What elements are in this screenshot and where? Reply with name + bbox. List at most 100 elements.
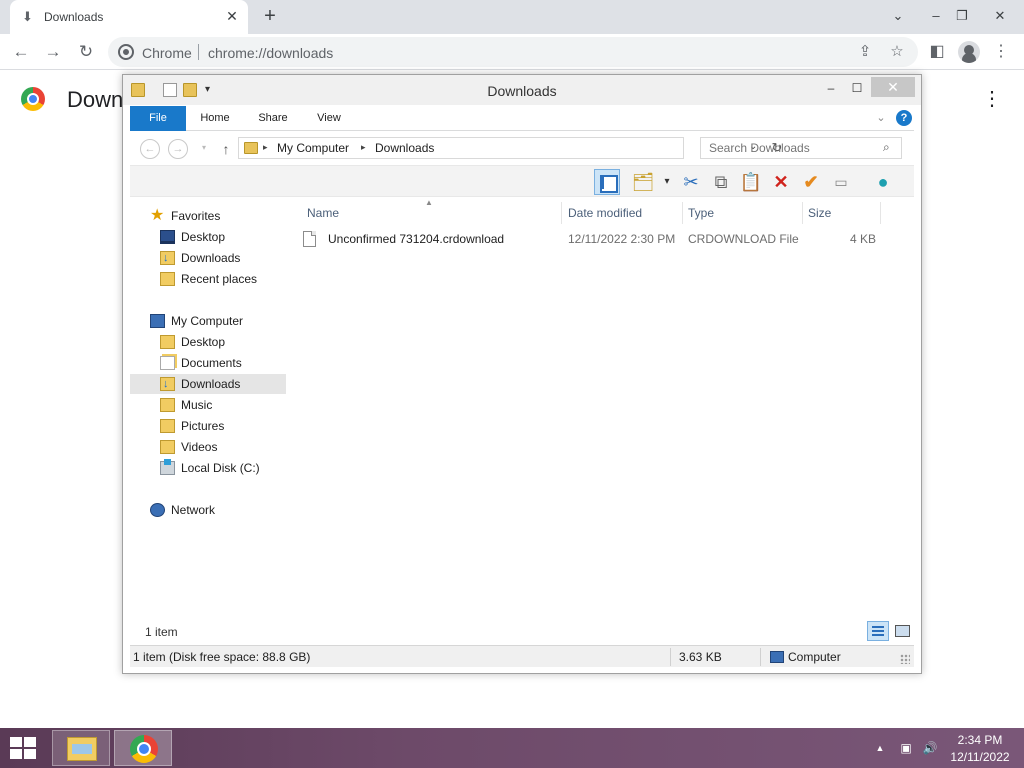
layout-pane-button[interactable] <box>594 169 620 195</box>
up-button[interactable]: ↑ <box>218 139 234 159</box>
nav-music[interactable]: Music <box>130 395 286 415</box>
windows-start-icon[interactable] <box>10 737 38 759</box>
profile-avatar[interactable] <box>958 41 980 63</box>
breadcrumb-my-computer[interactable]: My Computer <box>277 141 349 155</box>
expand-ribbon-icon[interactable]: ⌄ <box>874 110 888 126</box>
bookmark-star-icon[interactable]: ☆ <box>888 43 906 61</box>
search-input[interactable] <box>701 138 881 158</box>
volume-icon[interactable]: 🔊 <box>922 740 938 756</box>
file-explorer-icon <box>67 737 97 761</box>
star-icon: ★ <box>150 207 165 224</box>
nav-network[interactable]: Network <box>130 500 286 520</box>
downloads-folder-icon <box>160 374 175 394</box>
select-all-folder-icon[interactable]: 🗂 <box>630 169 656 195</box>
recent-locations-icon[interactable]: ▾ <box>194 139 214 159</box>
checkmark-icon[interactable]: ✔ <box>798 169 824 195</box>
tab-file[interactable]: File <box>130 106 186 131</box>
restore-button[interactable]: ❐ <box>950 4 974 28</box>
cut-icon[interactable]: ✂ <box>678 169 704 195</box>
help-icon[interactable]: ? <box>896 110 912 126</box>
column-divider[interactable] <box>880 202 881 224</box>
new-tab-button[interactable]: + <box>260 6 280 26</box>
local-disk-icon <box>160 459 175 475</box>
reload-button[interactable]: ↻ <box>75 41 97 63</box>
forward-button[interactable]: → <box>42 41 64 63</box>
column-header-date[interactable]: Date modified <box>568 202 678 224</box>
column-header-size[interactable]: Size <box>808 202 878 224</box>
nav-favorites-desktop[interactable]: Desktop <box>130 227 286 247</box>
column-divider[interactable] <box>561 202 562 224</box>
close-window-button[interactable]: ✕ <box>988 4 1012 28</box>
nav-favorites[interactable]: ★ Favorites <box>130 206 286 226</box>
table-row[interactable]: Unconfirmed 731204.crdownload 12/11/2022… <box>295 228 895 250</box>
nav-recent-places[interactable]: Recent places <box>130 269 286 289</box>
nav-local-disk[interactable]: Local Disk (C:) <box>130 458 286 478</box>
omnibox-chip: Chrome <box>142 45 192 61</box>
item-count: 1 item <box>145 625 178 639</box>
nav-my-computer[interactable]: My Computer <box>130 311 286 331</box>
back-button[interactable]: ← <box>10 41 32 63</box>
tab-share[interactable]: Share <box>248 106 298 131</box>
column-header-type[interactable]: Type <box>688 202 798 224</box>
explorer-back-button[interactable]: ← <box>140 139 160 159</box>
status-summary: 1 item (Disk free space: 88.8 GB) <box>133 650 311 664</box>
explorer-maximize-button[interactable]: ☐ <box>849 77 865 99</box>
address-bar[interactable]: ▸ My Computer ▸ Downloads ⌄ ↻ <box>238 137 782 159</box>
clock-date[interactable]: 12/11/2022 <box>948 750 1012 764</box>
url-text[interactable]: chrome://downloads <box>208 45 333 61</box>
nav-downloads[interactable]: Downloads <box>130 374 286 394</box>
nav-desktop[interactable]: Desktop <box>130 332 286 352</box>
chrome-menu-icon[interactable]: ⋮ <box>990 41 1012 63</box>
large-icons-view-icon[interactable] <box>891 621 913 641</box>
resize-grip[interactable] <box>900 654 910 664</box>
nav-videos[interactable]: Videos <box>130 437 286 457</box>
network-icon <box>150 503 165 517</box>
share-icon[interactable]: ⇪ <box>856 43 874 61</box>
delete-icon[interactable]: ✕ <box>768 169 794 195</box>
explorer-close-button[interactable]: ✕ <box>871 77 915 97</box>
file-date: 12/11/2022 2:30 PM <box>568 232 676 246</box>
copy-icon[interactable]: ⧉ <box>708 169 734 195</box>
paste-icon[interactable]: 📋 <box>738 169 764 195</box>
details-view-icon[interactable] <box>867 621 889 641</box>
nav-documents[interactable]: Documents <box>130 353 286 373</box>
tab-view[interactable]: View <box>304 106 354 131</box>
explorer-title: Downloads <box>487 83 557 99</box>
show-hidden-icons-icon[interactable]: ▲ <box>872 740 888 756</box>
dropdown-arrow-icon[interactable]: ▾ <box>654 169 680 195</box>
tab-downloads[interactable]: ⬇ Downloads ✕ <box>10 0 248 34</box>
omnibox[interactable]: Chrome chrome://downloads ⇪ ☆ <box>108 37 918 67</box>
rename-icon[interactable]: ▭ <box>828 169 854 195</box>
network-tray-icon[interactable]: ▣ <box>898 740 914 756</box>
folder-icon <box>244 142 258 154</box>
tab-home[interactable]: Home <box>190 106 240 131</box>
page-menu-icon[interactable]: ⋮ <box>982 88 1002 110</box>
explorer-forward-button[interactable]: → <box>168 139 188 159</box>
explorer-minimize-button[interactable]: – <box>823 77 839 99</box>
minimize-button[interactable]: – <box>924 4 948 28</box>
search-field[interactable]: ⌕ <box>700 137 902 159</box>
close-tab-icon[interactable]: ✕ <box>224 8 240 24</box>
desktop-icon <box>160 230 175 244</box>
globe-icon[interactable]: ● <box>870 169 896 195</box>
breadcrumb-downloads[interactable]: Downloads <box>375 141 434 155</box>
file-icon <box>303 231 316 247</box>
explorer-titlebar: ▾ Downloads – ☐ ✕ <box>123 75 921 105</box>
status-divider <box>670 648 671 666</box>
downloads-folder-icon <box>160 248 175 268</box>
taskbar-chrome[interactable] <box>114 730 172 766</box>
column-divider[interactable] <box>802 202 803 224</box>
taskbar-file-explorer[interactable] <box>52 730 110 766</box>
nav-pictures[interactable]: Pictures <box>130 416 286 436</box>
videos-folder-icon <box>160 440 175 454</box>
ribbon-tabs: File Home Share View ⌄ ? <box>130 106 914 131</box>
clock-time[interactable]: 2:34 PM <box>950 733 1010 747</box>
column-header-name[interactable]: Name <box>307 202 557 224</box>
column-divider[interactable] <box>682 202 683 224</box>
search-icon[interactable]: ⌕ <box>883 141 895 153</box>
tab-search-icon[interactable]: ⌄ <box>886 4 910 28</box>
recent-places-icon <box>160 272 175 286</box>
side-panel-icon[interactable]: ◧ <box>926 41 948 63</box>
nav-favorites-downloads[interactable]: Downloads <box>130 248 286 268</box>
address-row: ← → ▾ ↑ ▸ My Computer ▸ Downloads ⌄ ↻ ⌕ <box>130 131 914 165</box>
